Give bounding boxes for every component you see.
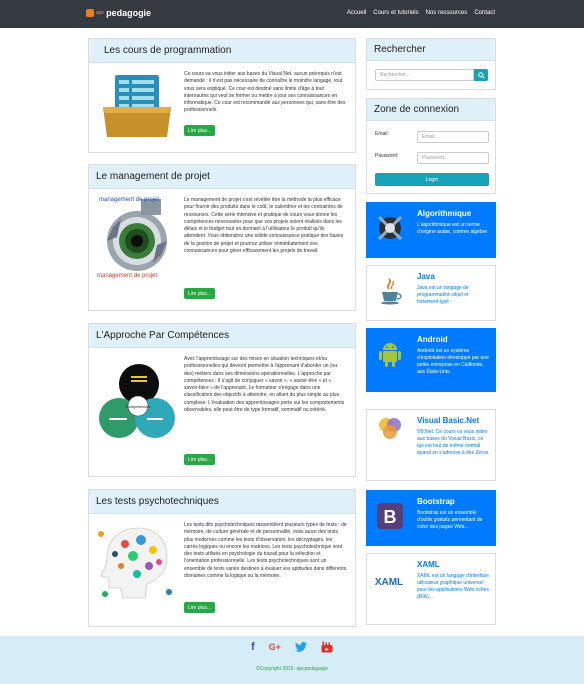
xaml-icon-text: XAML xyxy=(375,577,403,588)
brand-logo-link[interactable]: apc pedagogie xyxy=(86,8,151,18)
navbar: apc pedagogie Accueil Cours et tutoriels… xyxy=(0,0,584,28)
tech-card-xaml[interactable]: XAML XAML XAML est un langage d'interfac… xyxy=(366,553,496,625)
diagram-center-label: Compétences xyxy=(126,404,151,409)
java-icon xyxy=(375,276,405,306)
email-field[interactable]: Email... xyxy=(417,131,489,143)
login-button[interactable]: Login xyxy=(375,173,489,186)
card-description: Le management de projet s'est révélée êt… xyxy=(184,197,344,255)
tech-description: XAML est un langage d'interface utilisat… xyxy=(417,573,489,600)
brand-icon xyxy=(86,9,94,17)
course-card-management: Le management de projet management de pr… xyxy=(88,164,356,311)
social-links: f G+ ▶ xyxy=(0,641,584,653)
youtube-icon[interactable]: ▶ xyxy=(321,641,333,653)
tech-title: Bootstrap xyxy=(417,497,455,506)
xaml-icon: XAML xyxy=(371,566,405,596)
facebook-icon[interactable]: f xyxy=(251,641,255,653)
nav-link-accueil[interactable]: Accueil xyxy=(347,10,366,16)
footer: f G+ ▶ ©Copyright 2016 -apcpedagogie xyxy=(0,636,584,684)
competences-diagram: Compétences xyxy=(95,356,179,458)
password-label: Password: xyxy=(375,153,399,159)
project-management-image: management de projet management de proje… xyxy=(97,197,177,285)
read-more-button[interactable]: Lire plus... xyxy=(184,125,216,136)
tech-card-vbnet[interactable]: Visual Basic.Net VB.Net: Ce cours va vou… xyxy=(366,409,496,481)
tech-description: Bootstrap est un ensemble d'outils gratu… xyxy=(417,510,483,530)
nav-links: Accueil Cours et tutoriels Nos ressource… xyxy=(347,10,495,16)
tech-title: Java xyxy=(417,272,435,281)
tech-title: Visual Basic.Net xyxy=(417,416,480,425)
card-title: Les tests psychotechniques xyxy=(89,490,355,514)
search-button[interactable] xyxy=(474,69,488,81)
image-caption-top: management de projet xyxy=(99,197,160,203)
brand-prefix: apc xyxy=(96,10,105,16)
nav-link-cours[interactable]: Cours et tutoriels xyxy=(373,10,418,16)
google-plus-icon[interactable]: G+ xyxy=(269,641,281,653)
android-icon xyxy=(375,339,405,369)
folder-files-icon xyxy=(101,73,173,141)
card-description: Les tests dits psychotechniques rassembl… xyxy=(184,522,347,580)
tech-card-algorithmique[interactable]: Algorithmique L'algorithmique est un ter… xyxy=(366,202,496,258)
twitter-icon[interactable] xyxy=(294,641,307,653)
vb-icon xyxy=(375,414,405,444)
algorithm-icon xyxy=(375,213,405,243)
tech-description: Java est un langage de programmation obj… xyxy=(417,285,469,305)
tech-card-java[interactable]: Java Java est un langage de programmatio… xyxy=(366,265,496,321)
tech-description: L'algorithmique est un terme d'origine a… xyxy=(417,222,488,235)
search-icon xyxy=(477,71,485,79)
tech-card-bootstrap[interactable]: B Bootstrap Bootstrap est un ensemble d'… xyxy=(366,490,496,546)
course-card-competences: L'Approche Par Compétences Compétences A… xyxy=(88,323,356,477)
image-caption-bottom: management de projet xyxy=(97,273,158,279)
search-panel-title: Rechercher xyxy=(367,39,495,61)
read-more-button[interactable]: Lire plus... xyxy=(184,602,216,613)
bootstrap-icon: B xyxy=(375,501,405,531)
search-panel: Rechercher Rechercher... xyxy=(366,38,496,90)
course-card-programmation: Les cours de programmation Ce cours va v… xyxy=(88,38,356,153)
read-more-button[interactable]: Lire plus... xyxy=(184,454,216,465)
tech-description: Android est un système d'exploitation dé… xyxy=(417,348,489,375)
card-title: L'Approche Par Compétences xyxy=(89,324,355,348)
nav-link-ressources[interactable]: Nos ressources xyxy=(426,10,468,16)
course-card-psychotechniques: Les tests psychotechniques Les tests dit… xyxy=(88,489,356,627)
card-title: Les cours de programmation xyxy=(89,39,355,63)
card-description: Avec l'apprentissage sur des mises en si… xyxy=(184,356,345,414)
brand-name: pedagogie xyxy=(106,8,152,18)
copyright-text: ©Copyright 2016 -apcpedagogie xyxy=(255,666,329,672)
bootstrap-icon-letter: B xyxy=(384,507,397,527)
password-field[interactable]: Password... xyxy=(417,152,489,164)
email-label: Email: xyxy=(375,131,389,137)
psychotechnique-head-image xyxy=(95,522,175,604)
search-input[interactable]: Rechercher... xyxy=(375,69,474,81)
tech-title: Android xyxy=(417,335,448,344)
tech-description: VB.Net: Ce cours va vous initier aux bas… xyxy=(417,429,490,456)
tech-title: Algorithmique xyxy=(417,209,472,218)
read-more-button[interactable]: Lire plus... xyxy=(184,288,216,299)
login-panel: Zone de connexion Email: Email... Passwo… xyxy=(366,98,496,194)
card-description: Ce cours va vous initier aux bases du Vi… xyxy=(184,71,346,114)
tech-title: XAML xyxy=(417,560,440,569)
login-panel-title: Zone de connexion xyxy=(367,99,495,121)
card-title: Le management de projet xyxy=(89,165,355,189)
tech-card-android[interactable]: Android Android est un système d'exploit… xyxy=(366,328,496,392)
nav-link-contact[interactable]: Contact xyxy=(474,10,495,16)
